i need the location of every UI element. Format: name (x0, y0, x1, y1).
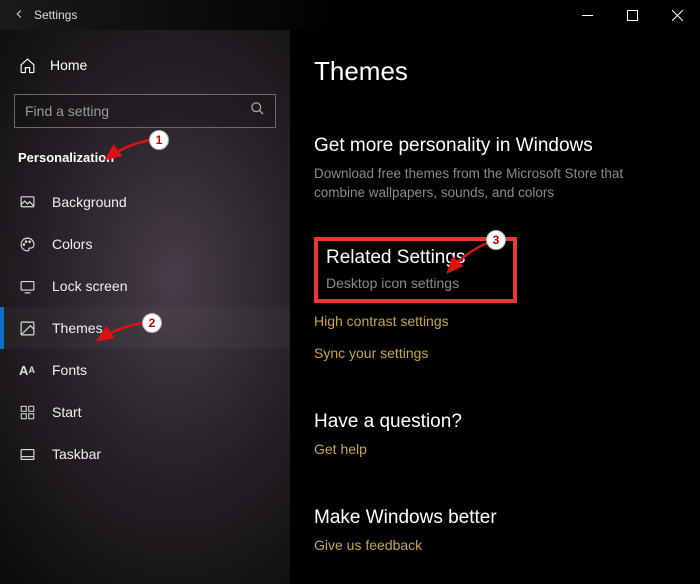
taskbar-icon (18, 445, 36, 463)
content-pane: Themes Get more personality in Windows D… (290, 30, 700, 584)
annotation-arrow-1 (100, 135, 155, 165)
sidebar-item-background[interactable]: Background (0, 181, 290, 223)
sync-your-settings-link[interactable]: Sync your settings (314, 345, 670, 361)
palette-icon (18, 235, 36, 253)
sidebar-item-label: Background (52, 194, 127, 210)
more-personality-sub: Download free themes from the Microsoft … (314, 165, 654, 203)
search-input[interactable] (25, 103, 250, 119)
sidebar-item-lock-screen[interactable]: Lock screen (0, 265, 290, 307)
home-button[interactable]: Home (10, 46, 280, 84)
make-windows-better-heading: Make Windows better (314, 507, 670, 529)
sidebar-item-colors[interactable]: Colors (0, 223, 290, 265)
home-icon (18, 56, 36, 74)
page-title: Themes (314, 56, 670, 87)
minimize-button[interactable] (565, 0, 610, 30)
sidebar-item-start[interactable]: Start (0, 391, 290, 433)
fonts-icon: AA (18, 361, 36, 379)
annotation-badge-1: 1 (149, 130, 169, 150)
body: Home Personalization Background (0, 30, 700, 584)
app-title: Settings (34, 8, 77, 22)
lock-screen-icon (18, 277, 36, 295)
start-icon (18, 403, 36, 421)
annotation-badge-2: 2 (142, 313, 162, 333)
settings-window: Settings Home (0, 0, 700, 584)
sidebar-item-label: Colors (52, 236, 92, 252)
sidebar-item-label: Taskbar (52, 446, 101, 462)
home-label: Home (50, 57, 87, 73)
sidebar-item-label: Lock screen (52, 278, 127, 294)
search-icon (250, 101, 265, 121)
back-icon[interactable] (12, 7, 26, 24)
themes-icon (18, 319, 36, 337)
sidebar: Home Personalization Background (0, 30, 290, 584)
have-question-heading: Have a question? (314, 411, 670, 433)
get-help-link[interactable]: Get help (314, 441, 670, 457)
window-controls (565, 0, 700, 30)
sidebar-item-fonts[interactable]: AA Fonts (0, 349, 290, 391)
close-button[interactable] (655, 0, 700, 30)
sidebar-item-label: Start (52, 404, 82, 420)
annotation-badge-3: 3 (486, 230, 506, 250)
sidebar-item-taskbar[interactable]: Taskbar (0, 433, 290, 475)
give-feedback-link[interactable]: Give us feedback (314, 537, 670, 553)
titlebar-left: Settings (12, 7, 77, 24)
sidebar-item-label: Fonts (52, 362, 87, 378)
titlebar: Settings (0, 0, 700, 30)
search-box[interactable] (14, 94, 276, 128)
maximize-button[interactable] (610, 0, 655, 30)
high-contrast-settings-link[interactable]: High contrast settings (314, 313, 670, 329)
more-personality-heading: Get more personality in Windows (314, 135, 670, 157)
picture-icon (18, 193, 36, 211)
